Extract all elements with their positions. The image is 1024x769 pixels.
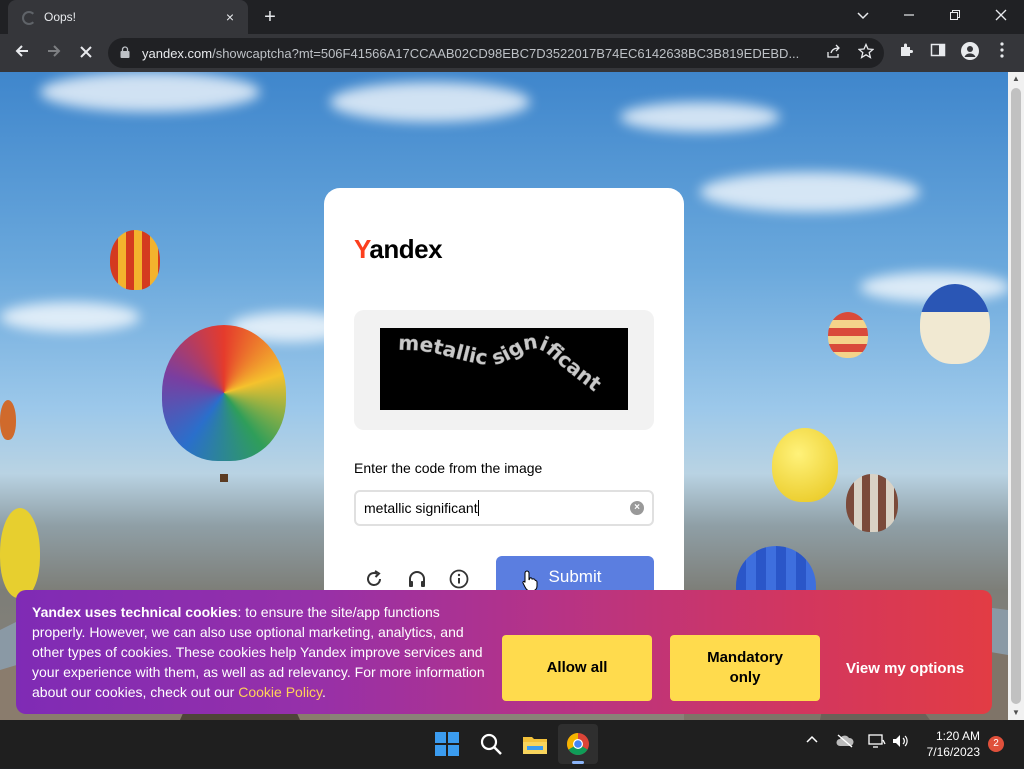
address-bar[interactable]: yandex.com/showcaptcha?mt=506F41566A17CC… xyxy=(108,38,884,68)
bookmark-star-icon[interactable] xyxy=(856,42,876,63)
hand-cursor-icon xyxy=(522,570,538,592)
lock-icon[interactable] xyxy=(120,46,130,58)
forward-icon[interactable] xyxy=(40,39,68,67)
refresh-icon[interactable] xyxy=(363,568,385,590)
tray-overflow-icon[interactable] xyxy=(806,734,818,749)
stop-loading-icon[interactable] xyxy=(72,39,100,67)
network-icon[interactable] xyxy=(868,734,886,751)
notification-badge[interactable]: 2 xyxy=(988,736,1004,752)
back-icon[interactable] xyxy=(8,39,36,67)
volume-icon[interactable] xyxy=(892,734,910,751)
windows-taskbar: 1:20 AM 7/16/2023 2 xyxy=(0,720,1024,768)
captcha-input[interactable]: metallic significant × xyxy=(354,490,654,526)
scroll-thumb[interactable] xyxy=(1011,88,1021,704)
allow-all-button[interactable]: Allow all xyxy=(502,635,652,701)
scroll-down-icon[interactable]: ▼ xyxy=(1008,706,1024,720)
captcha-container: metallicsignificant xyxy=(354,310,654,430)
tab-title: Oops! xyxy=(44,10,77,24)
clear-input-icon[interactable]: × xyxy=(630,501,644,515)
close-window-icon[interactable] xyxy=(986,2,1016,30)
cookie-banner: Yandex uses technical cookies: to ensure… xyxy=(16,590,992,714)
profile-avatar-icon[interactable] xyxy=(959,42,981,64)
system-clock[interactable]: 1:20 AM 7/16/2023 xyxy=(927,728,980,760)
page-viewport: Yandex metallicsignificant Enter the cod… xyxy=(0,72,1008,720)
browser-tab[interactable]: Oops! × xyxy=(8,0,248,34)
windows-start-icon[interactable] xyxy=(431,728,463,760)
chrome-icon xyxy=(567,733,589,764)
clock-time: 1:20 AM xyxy=(935,729,980,743)
tab-search-icon[interactable] xyxy=(848,2,878,30)
extensions-icon[interactable] xyxy=(895,42,917,64)
mandatory-only-button[interactable]: Mandatory only xyxy=(670,635,820,701)
url-text[interactable]: yandex.com/showcaptcha?mt=506F41566A17CC… xyxy=(142,46,822,61)
yandex-logo[interactable]: Yandex xyxy=(354,234,443,265)
audio-headphones-icon[interactable] xyxy=(406,568,428,590)
onedrive-offline-icon[interactable] xyxy=(836,734,854,751)
captcha-input-value: metallic significant xyxy=(364,500,479,516)
file-explorer-icon[interactable] xyxy=(519,728,551,760)
cookie-description: Yandex uses technical cookies: to ensure… xyxy=(32,604,485,700)
search-icon[interactable] xyxy=(475,728,507,760)
menu-kebab-icon[interactable] xyxy=(991,42,1013,64)
browser-tabstrip: Oops! × + xyxy=(0,0,1024,34)
restore-icon[interactable] xyxy=(940,2,970,30)
new-tab-button[interactable]: + xyxy=(258,5,282,29)
cookie-policy-link[interactable]: Cookie Policy xyxy=(238,684,322,700)
view-my-options-button[interactable]: View my options xyxy=(846,660,964,677)
side-panel-icon[interactable] xyxy=(927,42,949,64)
scroll-up-icon[interactable]: ▲ xyxy=(1008,72,1024,86)
minimize-icon[interactable] xyxy=(894,2,924,30)
loading-spinner-icon xyxy=(22,11,36,25)
browser-toolbar: yandex.com/showcaptcha?mt=506F41566A17CC… xyxy=(0,34,1024,72)
captcha-image: metallicsignificant xyxy=(380,328,628,410)
chrome-taskbar-item[interactable] xyxy=(558,724,598,764)
svg-text:metallicsignificant: metallicsignificant xyxy=(398,329,606,396)
page-scrollbar[interactable]: ▲ ▼ xyxy=(1008,72,1024,720)
tab-close-icon[interactable]: × xyxy=(220,7,240,27)
clock-date: 7/16/2023 xyxy=(926,745,980,759)
info-icon[interactable] xyxy=(448,568,470,590)
share-icon[interactable] xyxy=(824,43,844,63)
captcha-prompt: Enter the code from the image xyxy=(354,460,543,476)
captcha-card: Yandex metallicsignificant Enter the cod… xyxy=(324,188,684,608)
